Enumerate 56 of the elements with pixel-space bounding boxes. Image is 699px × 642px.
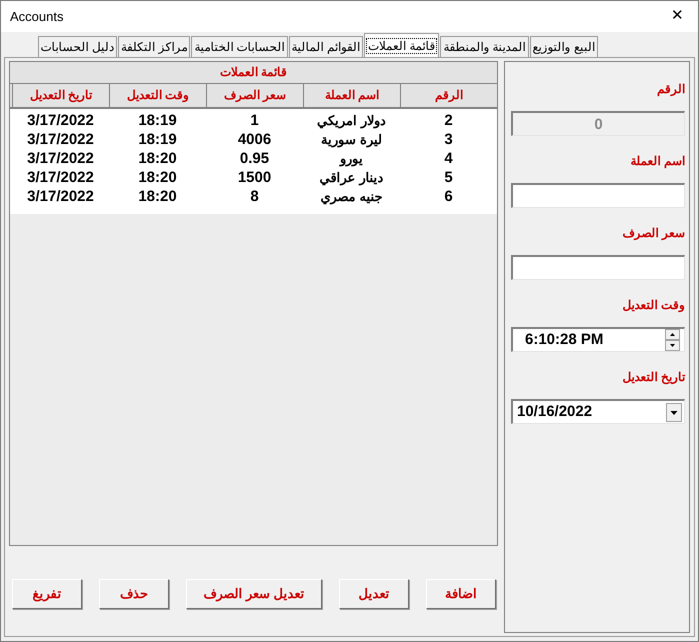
table-cell-text: 2 bbox=[443, 111, 454, 130]
table-cell-text: 8 bbox=[249, 187, 260, 206]
table-cell-text: 1 bbox=[249, 111, 260, 130]
table-cell-text: 18:19 bbox=[137, 130, 178, 149]
table-cell-text: 5 bbox=[443, 168, 454, 187]
table-cell-text: 6 bbox=[443, 187, 454, 206]
action-button[interactable]: اضافة bbox=[426, 579, 496, 609]
column-header: وقت التعديل bbox=[109, 84, 206, 107]
column-header: اسم العملة bbox=[303, 84, 400, 107]
table-cell-text: 18:19 bbox=[137, 111, 178, 130]
text-field[interactable] bbox=[511, 183, 685, 208]
table-cell-text: ليرة سورية bbox=[320, 131, 383, 149]
table-cell-text: 0.95 bbox=[238, 149, 270, 168]
table-cell-text: 3/17/2022 bbox=[26, 130, 95, 149]
action-button[interactable]: تعديل سعر الصرف bbox=[186, 579, 322, 609]
table-cell-text: جنيه مصري bbox=[320, 188, 384, 206]
table-cell-text: 3/17/2022 bbox=[26, 187, 95, 206]
time-spin-field[interactable]: 6:10:28 PM bbox=[511, 327, 685, 352]
tab[interactable]: المدينة والمنطقة bbox=[440, 36, 529, 57]
table-cell-text: 3 bbox=[443, 130, 454, 149]
table-cell-text: دينار عراقي bbox=[318, 169, 384, 187]
column-header: الرقم bbox=[400, 84, 497, 107]
table-cell-text: 3/17/2022 bbox=[26, 149, 95, 168]
field-label: الرقم bbox=[657, 81, 685, 98]
table-cell-text: 3/17/2022 bbox=[26, 111, 95, 130]
table-cell-text: 18:20 bbox=[137, 149, 178, 168]
table-cell-text: 1500 bbox=[236, 168, 272, 187]
tab[interactable]: دليل الحسابات bbox=[38, 36, 117, 57]
field-label: وقت التعديل bbox=[622, 297, 685, 314]
spin-arrows-icon bbox=[665, 329, 680, 351]
close-button[interactable]: ✕ bbox=[671, 5, 684, 28]
date-picker-field[interactable]: 10/16/2022 bbox=[511, 399, 685, 424]
text-field[interactable] bbox=[511, 255, 685, 280]
tab[interactable]: مراكز التكلفة bbox=[118, 36, 190, 57]
tab[interactable]: البيع والتوزيع bbox=[530, 36, 598, 57]
tab[interactable]: قائمة العملات bbox=[364, 33, 440, 57]
dropdown-caret-icon bbox=[666, 402, 682, 422]
action-button[interactable]: حذف bbox=[99, 579, 169, 609]
table-cell-text: دولار امريكي bbox=[316, 112, 387, 130]
field-label: سعر الصرف bbox=[622, 225, 685, 242]
column-header: سعر الصرف bbox=[206, 84, 303, 107]
action-button[interactable]: تفريغ bbox=[12, 579, 82, 609]
field-label: اسم العملة bbox=[630, 153, 685, 170]
field-label: تاريخ التعديل bbox=[622, 369, 685, 386]
grid-title: قائمة العملات bbox=[10, 62, 497, 84]
tab[interactable]: الحسابات الختامية bbox=[191, 36, 288, 57]
window-title: Accounts bbox=[10, 8, 64, 26]
table-cell-text: 18:20 bbox=[137, 187, 178, 206]
column-header: تاريخ التعديل bbox=[12, 84, 109, 107]
action-button[interactable]: تعديل bbox=[339, 579, 409, 609]
table-cell-text: 18:20 bbox=[137, 168, 178, 187]
table-cell-text: 4 bbox=[443, 149, 454, 168]
table-cell-text: 3/17/2022 bbox=[26, 168, 95, 187]
tab[interactable]: القوائم المالية bbox=[288, 36, 363, 57]
table-cell-text: 4006 bbox=[236, 130, 272, 149]
table-cell-text: يورو bbox=[338, 150, 364, 168]
